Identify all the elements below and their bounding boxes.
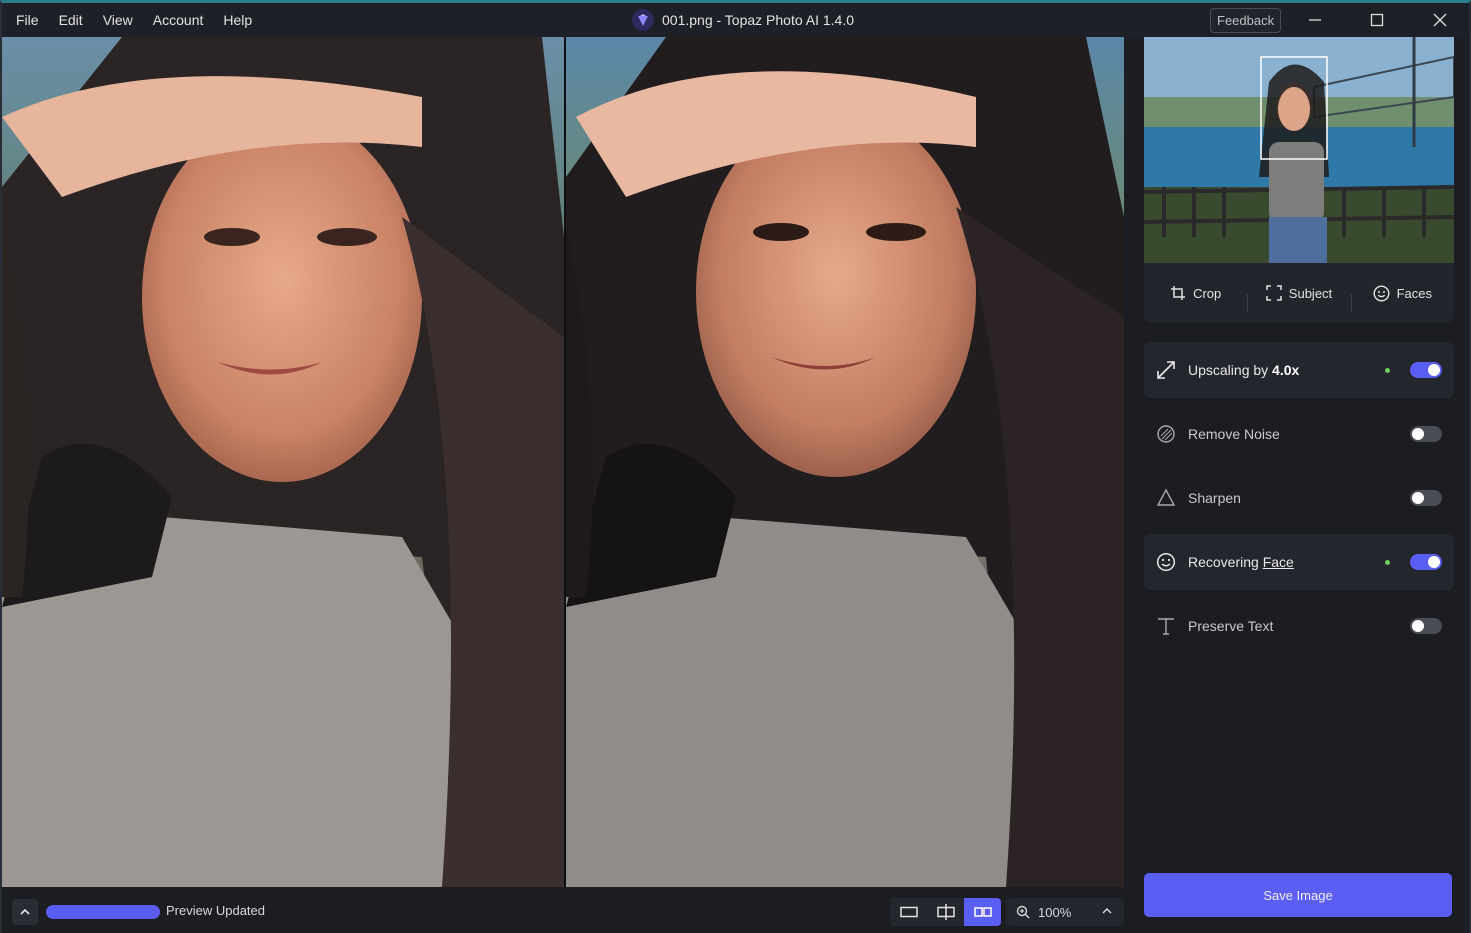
tool-sharpen[interactable]: Sharpen <box>1144 470 1454 526</box>
upscaling-active-dot <box>1385 367 1390 373</box>
preview-progress-bar <box>46 905 160 919</box>
tool-upscaling[interactable]: Upscaling by 4.0x <box>1144 342 1454 398</box>
upscale-icon <box>1156 360 1176 380</box>
window-title: 001.png - Topaz Photo AI 1.4.0 <box>632 3 854 37</box>
navigator-actions: Crop Subject Faces <box>1144 275 1454 312</box>
upscaling-prefix: Upscaling by <box>1188 362 1273 378</box>
topaz-logo-icon <box>632 9 654 31</box>
preview-image-pane[interactable] <box>566 37 1124 887</box>
side-by-side-view-button[interactable] <box>964 898 1001 926</box>
title-bar: File Edit View Account Help 001.png - To… <box>2 3 1469 37</box>
menu-account[interactable]: Account <box>143 3 214 37</box>
noise-icon <box>1156 424 1176 444</box>
face-icon <box>1156 552 1176 572</box>
upscaling-label: Upscaling by 4.0x <box>1188 362 1385 378</box>
zoom-icon <box>1016 905 1030 919</box>
close-icon <box>1433 13 1447 27</box>
single-view-button[interactable] <box>890 898 927 926</box>
split-view-button[interactable] <box>927 898 964 926</box>
original-image-pane[interactable] <box>2 37 564 887</box>
menu-bar: File Edit View Account Help <box>2 3 262 37</box>
right-sidebar: Crop Subject Faces Upscaling by 4.0x Rem… <box>1124 37 1469 933</box>
recover-face-active-dot <box>1385 559 1390 565</box>
subject-icon <box>1266 285 1282 301</box>
preserve-text-label: Preserve Text <box>1188 618 1274 634</box>
zoom-control[interactable]: 100% <box>1006 898 1124 926</box>
menu-view[interactable]: View <box>93 3 143 37</box>
faces-button[interactable]: Faces <box>1350 284 1454 312</box>
app-window: File Edit View Account Help 001.png - To… <box>0 0 1471 933</box>
text-icon <box>1156 616 1176 636</box>
side-by-side-icon <box>973 907 992 917</box>
sharpen-icon <box>1156 488 1176 508</box>
zoom-level: 100% <box>1038 904 1072 920</box>
preview-photo <box>566 37 1124 887</box>
upscaling-value[interactable]: 4.0x <box>1272 362 1299 378</box>
preserve-text-toggle[interactable] <box>1410 618 1442 634</box>
faces-icon <box>1373 284 1390 302</box>
minimize-button[interactable] <box>1292 3 1338 37</box>
sharpen-label: Sharpen <box>1188 490 1241 506</box>
recover-face-prefix: Recovering <box>1188 554 1263 570</box>
maximize-button[interactable] <box>1354 3 1400 37</box>
recover-face-label: Recovering Face <box>1188 554 1385 570</box>
original-photo <box>2 37 564 887</box>
close-button[interactable] <box>1417 3 1463 37</box>
split-view-icon <box>936 904 955 920</box>
expand-panel-button[interactable] <box>12 899 38 925</box>
chevron-up-icon[interactable] <box>1100 904 1114 918</box>
crop-label: Crop <box>1193 285 1222 301</box>
view-mode-group <box>890 898 1001 926</box>
tool-recover-face[interactable]: Recovering Face <box>1144 534 1454 590</box>
menu-edit[interactable]: Edit <box>49 3 93 37</box>
navigator-card: Crop Subject Faces <box>1144 37 1454 323</box>
chevron-up-icon <box>20 908 30 915</box>
faces-label: Faces <box>1396 285 1433 301</box>
navigator-thumbnail[interactable] <box>1144 37 1454 263</box>
status-text: Preview Updated <box>166 903 265 918</box>
upscaling-toggle[interactable] <box>1410 362 1442 378</box>
bottom-bar: Preview Updated 100% <box>2 887 1124 933</box>
minimize-icon <box>1309 19 1321 21</box>
subject-label: Subject <box>1288 285 1333 301</box>
menu-file[interactable]: File <box>6 3 49 37</box>
feedback-button[interactable]: Feedback <box>1210 8 1282 33</box>
progress-fill <box>46 905 160 919</box>
tool-remove-noise[interactable]: Remove Noise <box>1144 406 1454 462</box>
maximize-icon <box>1370 13 1384 27</box>
subject-button[interactable]: Subject <box>1247 285 1350 312</box>
window-title-text: 001.png - Topaz Photo AI 1.4.0 <box>662 12 855 28</box>
single-view-icon <box>899 906 918 918</box>
menu-help[interactable]: Help <box>213 3 262 37</box>
tool-preserve-text[interactable]: Preserve Text <box>1144 598 1454 654</box>
recover-face-toggle[interactable] <box>1410 554 1442 570</box>
recover-face-link[interactable]: Face <box>1263 554 1294 570</box>
save-image-button[interactable]: Save Image <box>1144 873 1452 917</box>
crop-icon <box>1171 286 1186 300</box>
remove-noise-label: Remove Noise <box>1188 426 1280 442</box>
remove-noise-toggle[interactable] <box>1410 426 1442 442</box>
crop-button[interactable]: Crop <box>1144 285 1247 301</box>
sharpen-toggle[interactable] <box>1410 490 1442 506</box>
